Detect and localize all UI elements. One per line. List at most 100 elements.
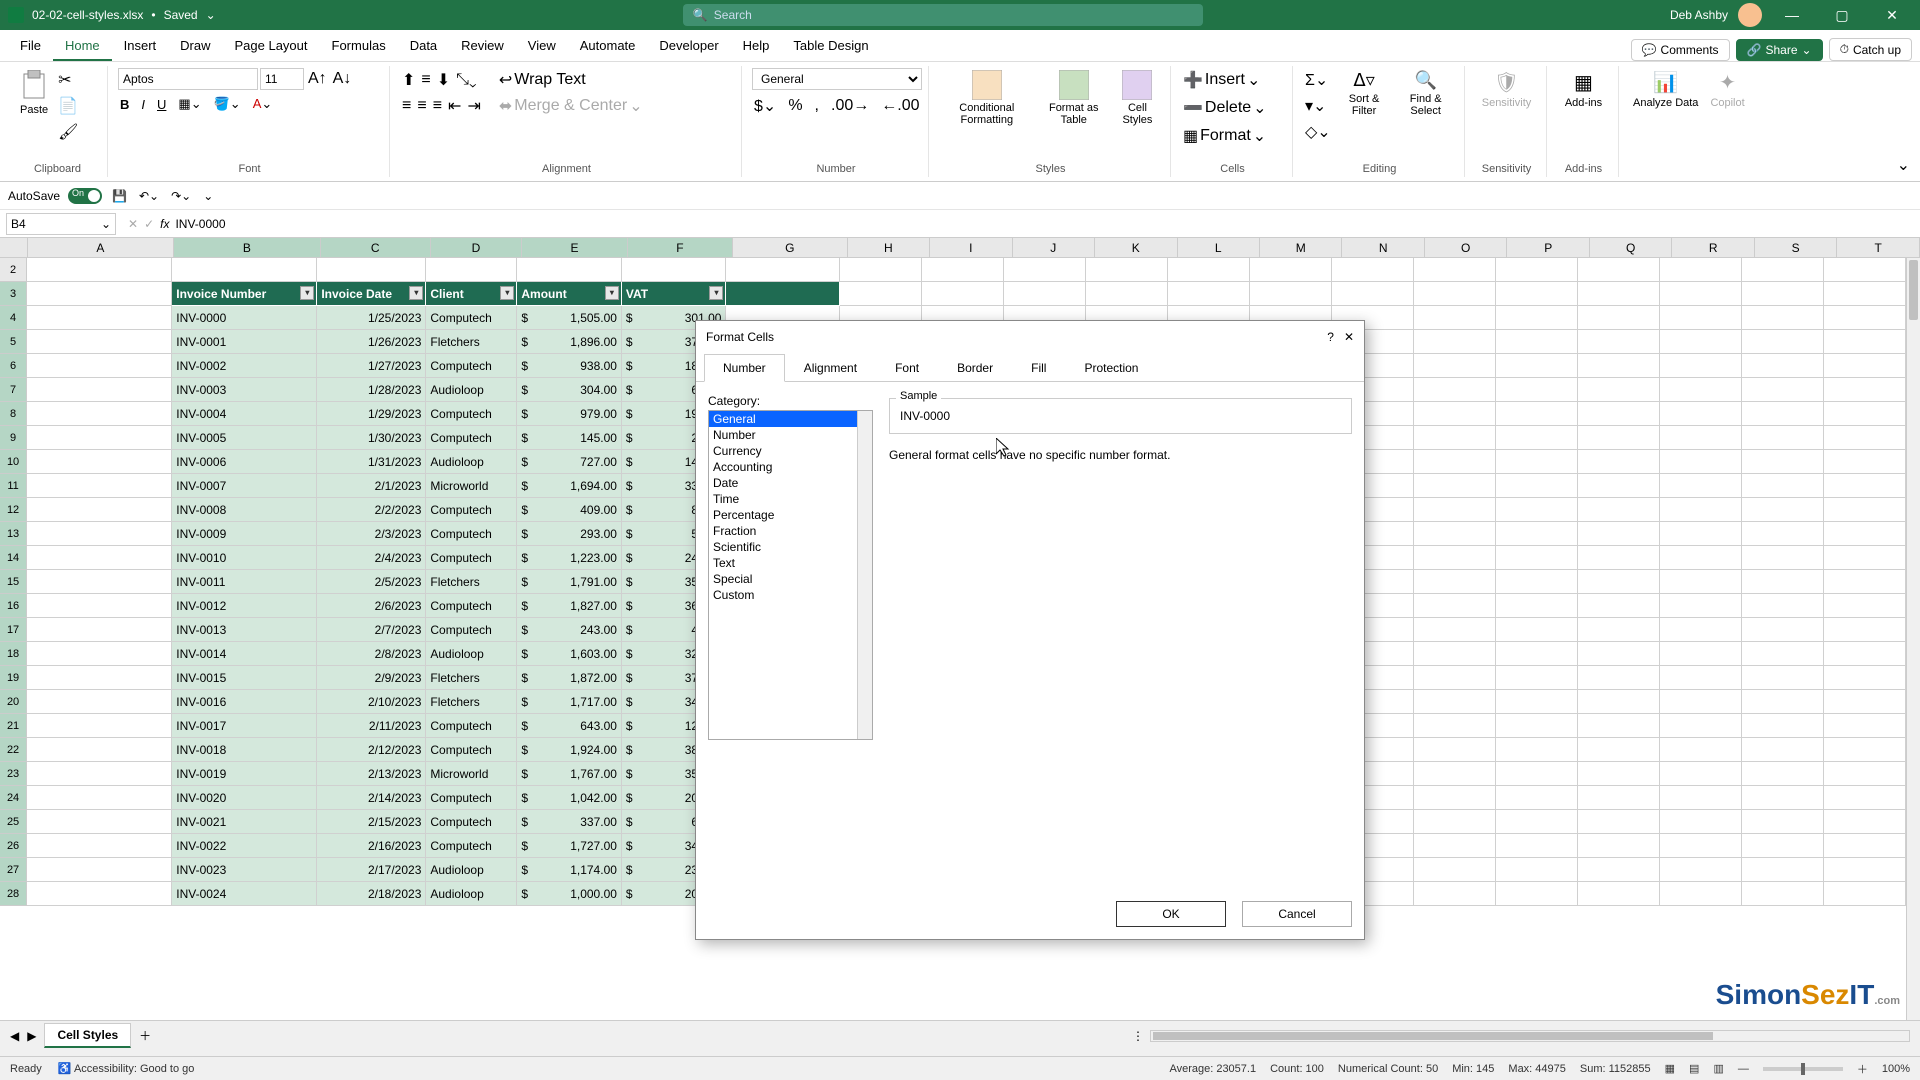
cell[interactable] (1578, 570, 1660, 594)
cell[interactable]: $1,896.00 (517, 330, 622, 354)
cell[interactable] (1742, 858, 1824, 882)
user-name[interactable]: Deb Ashby (1670, 8, 1728, 22)
cell[interactable] (1824, 378, 1906, 402)
autosum-button[interactable]: Σ⌄ (1303, 68, 1333, 92)
cell[interactable] (1414, 858, 1496, 882)
cell[interactable] (1742, 522, 1824, 546)
cell[interactable] (1496, 426, 1578, 450)
cell[interactable] (1414, 666, 1496, 690)
align-top-button[interactable]: ⬆ (400, 68, 417, 92)
cell[interactable] (1414, 882, 1496, 906)
cell[interactable] (1660, 714, 1742, 738)
cell[interactable] (1824, 738, 1906, 762)
cell[interactable] (1742, 378, 1824, 402)
cell[interactable] (1496, 522, 1578, 546)
cell[interactable] (1660, 426, 1742, 450)
cell[interactable]: 2/18/2023 (317, 882, 426, 906)
cell[interactable] (1578, 666, 1660, 690)
cell[interactable] (27, 546, 172, 570)
row-header[interactable]: 23 (0, 762, 27, 786)
zoom-in-button[interactable]: ＋ (1857, 1061, 1868, 1077)
comments-button[interactable]: 💬 Comments (1631, 39, 1730, 61)
cell[interactable] (1824, 474, 1906, 498)
cell[interactable] (1414, 258, 1496, 282)
cell[interactable] (27, 354, 172, 378)
cell[interactable] (1004, 282, 1086, 306)
cell[interactable] (840, 258, 922, 282)
cell[interactable] (27, 378, 172, 402)
cell[interactable] (1414, 426, 1496, 450)
dialog-tab-font[interactable]: Font (876, 354, 938, 382)
cell[interactable] (1578, 450, 1660, 474)
cell[interactable] (1824, 450, 1906, 474)
cell[interactable]: INV-0007 (172, 474, 317, 498)
save-button[interactable]: 💾 (110, 187, 129, 205)
zoom-out-button[interactable]: — (1738, 1063, 1749, 1075)
cell[interactable] (1742, 546, 1824, 570)
cell[interactable]: Fletchers (426, 690, 517, 714)
cell[interactable] (1824, 690, 1906, 714)
cell[interactable] (1824, 258, 1906, 282)
category-item-accounting[interactable]: Accounting (709, 459, 872, 475)
cell[interactable]: INV-0014 (172, 642, 317, 666)
ribbon-tab-view[interactable]: View (516, 32, 568, 61)
ribbon-tab-automate[interactable]: Automate (568, 32, 648, 61)
cell[interactable]: Computech (426, 738, 517, 762)
column-header-H[interactable]: H (848, 238, 930, 257)
cell[interactable] (1824, 786, 1906, 810)
vertical-scrollbar[interactable] (1906, 258, 1920, 1020)
column-header-P[interactable]: P (1507, 238, 1589, 257)
cell[interactable] (1496, 330, 1578, 354)
maximize-button[interactable]: ▢ (1822, 7, 1862, 24)
name-box[interactable]: B4⌄ (6, 213, 116, 235)
share-button[interactable]: 🔗 Share ⌄ (1736, 39, 1823, 61)
cell[interactable] (1414, 618, 1496, 642)
cell[interactable] (1660, 330, 1742, 354)
cell[interactable] (1742, 498, 1824, 522)
new-sheet-button[interactable]: ＋ (139, 1027, 151, 1044)
row-header[interactable]: 16 (0, 594, 27, 618)
find-select-button[interactable]: 🔍Find & Select (1395, 68, 1456, 119)
cell[interactable] (1578, 762, 1660, 786)
row-header[interactable]: 12 (0, 498, 27, 522)
cell[interactable] (1660, 642, 1742, 666)
cell[interactable] (1496, 834, 1578, 858)
cell[interactable] (622, 258, 727, 282)
dialog-tab-protection[interactable]: Protection (1065, 354, 1157, 382)
formula-input[interactable]: INV-0000 (175, 217, 225, 231)
cell[interactable] (1660, 306, 1742, 330)
cell[interactable] (1742, 642, 1824, 666)
cell[interactable]: $1,872.00 (517, 666, 622, 690)
row-header[interactable]: 24 (0, 786, 27, 810)
cell[interactable] (1250, 282, 1332, 306)
cell[interactable] (426, 258, 517, 282)
cell[interactable] (1578, 474, 1660, 498)
row-header[interactable]: 9 (0, 426, 27, 450)
cell[interactable] (1824, 330, 1906, 354)
cell[interactable]: 1/31/2023 (317, 450, 426, 474)
cell[interactable] (1086, 282, 1168, 306)
row-header[interactable]: 19 (0, 666, 27, 690)
cell[interactable]: 2/15/2023 (317, 810, 426, 834)
cell[interactable] (1414, 594, 1496, 618)
cell[interactable] (1742, 282, 1824, 306)
cell[interactable]: Computech (426, 834, 517, 858)
cell[interactable] (1578, 810, 1660, 834)
column-header-F[interactable]: F (628, 238, 733, 257)
row-header[interactable]: 4 (0, 306, 27, 330)
cell[interactable] (1742, 666, 1824, 690)
cell[interactable] (1578, 618, 1660, 642)
column-header-I[interactable]: I (930, 238, 1012, 257)
table-header-cell[interactable]: Amount▾ (517, 282, 622, 306)
row-header[interactable]: 3 (0, 282, 27, 306)
cell[interactable] (1742, 306, 1824, 330)
cell[interactable] (1496, 858, 1578, 882)
cell[interactable]: INV-0003 (172, 378, 317, 402)
row-header[interactable]: 26 (0, 834, 27, 858)
cell[interactable] (1824, 834, 1906, 858)
row-header[interactable]: 13 (0, 522, 27, 546)
italic-button[interactable]: I (139, 95, 147, 114)
cell[interactable] (1414, 762, 1496, 786)
cell[interactable] (1742, 810, 1824, 834)
column-header-R[interactable]: R (1672, 238, 1754, 257)
